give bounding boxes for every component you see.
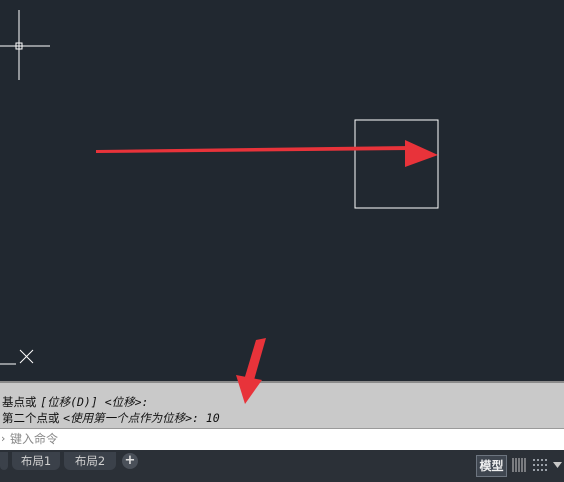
horizontal-annotation-arrow-icon — [96, 140, 438, 167]
command-option[interactable]: [位移(D)] — [40, 395, 98, 409]
grid-icon[interactable] — [511, 457, 527, 473]
snap-icon[interactable] — [532, 457, 548, 473]
add-layout-tab-button[interactable]: + — [122, 453, 138, 469]
command-input[interactable] — [10, 431, 550, 447]
model-space-button[interactable]: 模型 — [476, 455, 507, 477]
dropdown-icon[interactable] — [553, 461, 562, 469]
command-default: <使用第一个点作为位移>: 10 — [63, 411, 220, 425]
command-history-line-2: 第二个点或 <使用第一个点作为位移>: 10 — [2, 410, 220, 426]
command-history-panel: 基点或 [位移(D)] <位移>: 第二个点或 <使用第一个点作为位移>: 10 — [0, 381, 564, 428]
tab-layout1[interactable]: 布局1 — [12, 452, 60, 470]
drawn-square[interactable] — [354, 119, 439, 209]
command-history-line-1: 基点或 [位移(D)] <位移>: — [2, 394, 148, 410]
command-prompt-text: 第二个点或 — [2, 411, 64, 425]
command-caret-icon: › — [1, 432, 6, 445]
command-prompt-text: 基点或 — [2, 395, 41, 409]
crosshair-cursor-icon — [0, 10, 50, 80]
command-default: <位移>: — [97, 395, 149, 409]
tab-model[interactable] — [0, 452, 8, 470]
diagonal-annotation-arrow-icon — [244, 338, 266, 380]
ucs-icon — [0, 349, 34, 365]
drawing-canvas[interactable] — [0, 0, 564, 404]
command-input-row: › — [0, 428, 564, 450]
tab-layout2[interactable]: 布局2 — [64, 452, 116, 470]
